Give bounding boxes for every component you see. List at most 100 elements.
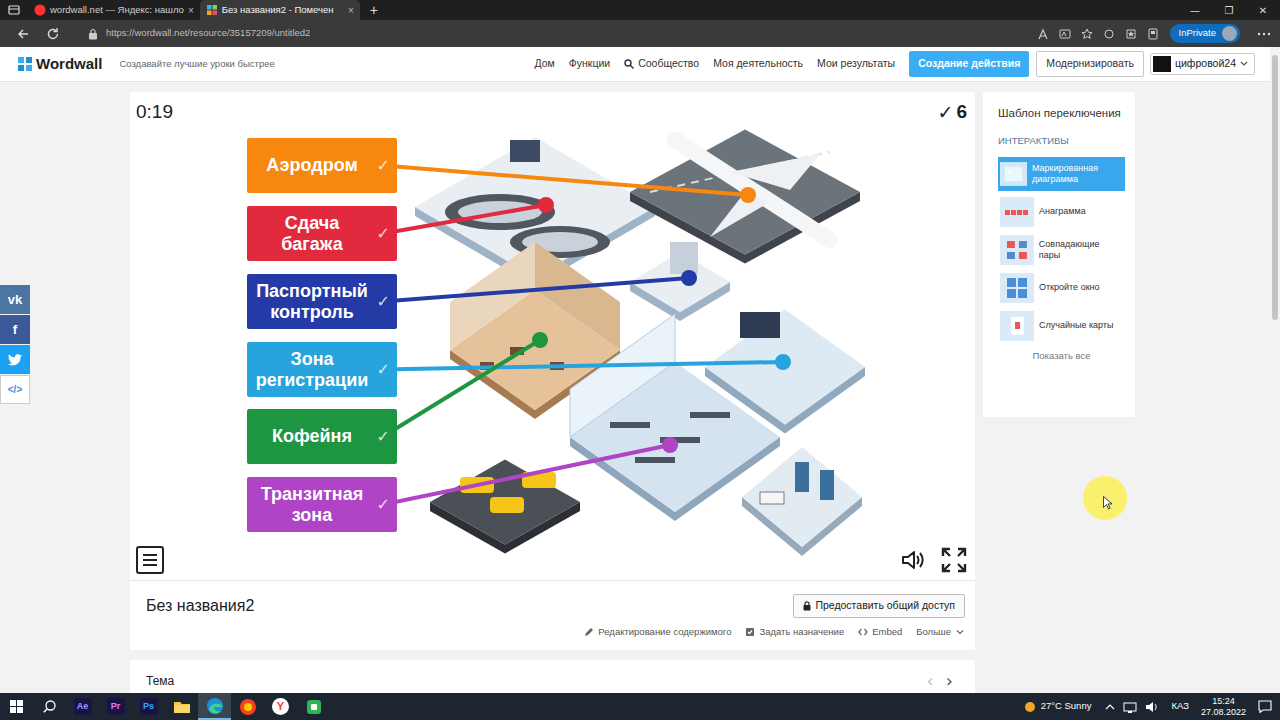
template-thumbnail-icon	[1000, 159, 1027, 189]
game-toolbar	[136, 546, 967, 574]
activity-info: Без названия2Предоставить общий доступРе…	[130, 580, 975, 650]
collections-icon[interactable]	[1147, 28, 1159, 40]
edit-action[interactable]: Редактирование содержимого	[584, 625, 731, 639]
page-scrollbar[interactable]	[1270, 47, 1280, 693]
lock-icon	[803, 601, 811, 611]
taskbar-app[interactable]	[198, 693, 231, 720]
favorites-bar-icon[interactable]	[1125, 28, 1137, 40]
share-button[interactable]: Предоставить общий доступ	[793, 594, 965, 618]
twitter-share-button[interactable]	[0, 345, 30, 374]
translate-icon[interactable]	[1059, 28, 1071, 40]
refresh-tab-icon[interactable]	[1103, 28, 1115, 40]
scroll-thumb[interactable]	[1272, 55, 1278, 320]
user-menu[interactable]: цифровой24	[1150, 53, 1255, 75]
template-label: Случайные карты	[1039, 320, 1113, 330]
tab-title: Без названия2 - Помечен	[222, 3, 334, 17]
taskbar-app[interactable]	[231, 693, 264, 720]
window-control-button[interactable]: ❐	[1212, 3, 1246, 18]
tab-actions-icon[interactable]	[8, 4, 20, 16]
weather-widget[interactable]: 27°C Sunny	[1024, 699, 1092, 713]
page-body: Аэродром✓Сдача багажа✓Паспортный контрол…	[0, 82, 1280, 693]
answer-label[interactable]: Сдача багажа✓	[247, 206, 397, 261]
assign-action[interactable]: Задать назначение	[745, 625, 844, 639]
vk-share-button[interactable]: vk	[0, 285, 30, 314]
sound-icon[interactable]	[901, 549, 925, 571]
answer-label[interactable]: Паспортный контроль✓	[247, 274, 397, 329]
taskbar-app[interactable]: Ae	[66, 693, 99, 720]
app-icon	[305, 698, 323, 716]
taskbar-app[interactable]	[297, 693, 330, 720]
window-control-button[interactable]: ✕	[1246, 3, 1280, 18]
address-field[interactable]: https://wordwall.net/resource/35157209/u…	[80, 23, 1032, 44]
read-aloud-icon[interactable]	[1037, 28, 1049, 40]
answer-label[interactable]: Транзитная зона✓	[247, 477, 397, 532]
start-button[interactable]	[0, 693, 33, 720]
embed-action[interactable]: Embed	[858, 625, 902, 639]
back-icon[interactable]	[16, 27, 30, 41]
refresh-icon[interactable]	[46, 27, 60, 41]
fullscreen-icon[interactable]	[941, 547, 967, 573]
previous-button: ‹	[921, 672, 940, 690]
nav-link[interactable]: Дом	[535, 56, 555, 72]
more-action[interactable]: Больше	[916, 625, 965, 639]
favorite-icon[interactable]	[1081, 28, 1093, 40]
game-menu-button[interactable]	[136, 546, 164, 574]
assign-icon	[745, 627, 755, 637]
adobe-app-icon: Ae	[74, 698, 92, 715]
window-control-button[interactable]: —	[1178, 3, 1212, 18]
url-text[interactable]: https://wordwall.net/resource/35157209/u…	[106, 26, 310, 40]
taskbar-app[interactable]: Pr	[99, 693, 132, 720]
label-text: Аэродром	[266, 155, 357, 175]
taskbar-app[interactable]: Ps	[132, 693, 165, 720]
answer-label[interactable]: Аэродром✓	[247, 138, 397, 193]
clock-date: 27.08.2022	[1201, 707, 1246, 717]
screen: wordwall.net — Яндекс: нашло×Без названи…	[0, 0, 1280, 720]
tab-close-button[interactable]: ×	[188, 3, 194, 18]
template-item[interactable]: Маркированная диаграмма	[998, 157, 1125, 191]
input-language[interactable]: КАЗ	[1171, 699, 1189, 713]
template-item[interactable]: Откройте окно	[998, 271, 1125, 305]
create-activity-button[interactable]: Создание действия	[909, 51, 1029, 77]
volume-icon[interactable]	[1145, 701, 1159, 713]
new-tab-button[interactable]: +	[360, 0, 388, 21]
menu-dots-icon[interactable]	[1256, 28, 1272, 40]
site-logo[interactable]: Wordwall	[18, 53, 102, 76]
notifications-icon[interactable]	[1258, 700, 1272, 713]
score-value: 6	[956, 98, 967, 127]
network-icon[interactable]	[1123, 701, 1137, 713]
nav-link[interactable]: Функции	[569, 56, 610, 72]
template-item[interactable]: Случайные карты	[998, 309, 1125, 343]
tray-chevron-icon[interactable]	[1105, 703, 1115, 711]
upgrade-button[interactable]: Модернизировать	[1036, 51, 1144, 77]
share-label: f	[13, 320, 17, 340]
clock[interactable]: 15:2427.08.2022	[1201, 696, 1246, 717]
template-item[interactable]: Совпадающие пары	[998, 233, 1125, 267]
template-thumbnail-icon	[1000, 311, 1034, 341]
game-status-bar: 0:19✓6	[136, 98, 967, 127]
share-label: vk	[8, 290, 22, 310]
template-item[interactable]: Анаграмма	[998, 195, 1125, 229]
action-label: Больше	[916, 625, 951, 639]
nav-link[interactable]: Сообщество	[624, 56, 699, 72]
next-button[interactable]: ›	[940, 672, 959, 690]
adobe-app-icon: Pr	[107, 698, 125, 715]
score-check: ✓	[938, 98, 954, 127]
answer-label[interactable]: Кофейня✓	[247, 409, 397, 464]
answer-label[interactable]: Зона регистрации✓	[247, 342, 397, 397]
facebook-share-button[interactable]: f	[0, 315, 30, 344]
search-button[interactable]	[33, 693, 66, 720]
edge-icon	[206, 697, 224, 715]
nav-link[interactable]: Мои результаты	[817, 56, 895, 72]
tab-close-button[interactable]: ×	[348, 3, 354, 18]
taskbar-app[interactable]	[165, 693, 198, 720]
taskbar-app[interactable]: Y	[264, 693, 297, 720]
theme-title: Тема	[146, 672, 174, 690]
inprivate-badge[interactable]: InPrivate	[1170, 24, 1241, 43]
template-label: Анаграмма	[1039, 206, 1086, 216]
show-all-link[interactable]: Показать все	[998, 349, 1125, 363]
browser-tab[interactable]: wordwall.net — Яндекс: нашло×	[28, 0, 200, 20]
action-label: Embed	[872, 625, 902, 639]
browser-tab[interactable]: Без названия2 - Помечен ×	[200, 0, 360, 20]
embed-share-button[interactable]: </>	[0, 375, 30, 404]
nav-link[interactable]: Моя деятельность	[713, 56, 803, 72]
